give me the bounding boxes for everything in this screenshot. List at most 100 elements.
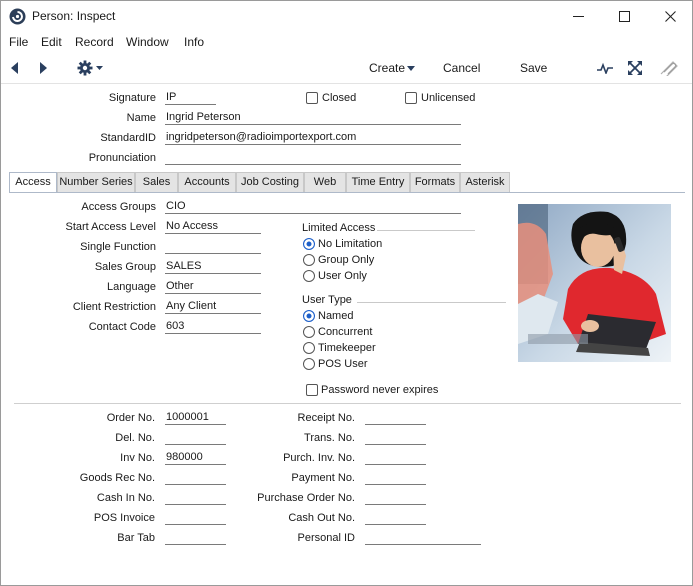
start-access-level-field[interactable]: No Access xyxy=(165,220,261,234)
pronunciation-label: Pronunciation xyxy=(88,152,156,164)
user-type-title: User Type xyxy=(302,294,352,306)
maximize-button[interactable] xyxy=(601,1,647,32)
receipt-no-label: Receipt No. xyxy=(297,412,355,424)
tab-asterisk[interactable]: Asterisk xyxy=(460,172,510,192)
language-label: Language xyxy=(107,281,156,293)
password-never-expires-checkbox[interactable] xyxy=(306,384,318,396)
radio-concurrent-label: Concurrent xyxy=(318,326,373,338)
standardid-label: StandardID xyxy=(100,132,156,144)
radio-pos-user[interactable] xyxy=(303,358,315,370)
signature-field[interactable]: IP xyxy=(165,91,216,105)
pronunciation-field[interactable] xyxy=(165,151,461,165)
triangle-left-icon xyxy=(11,62,18,74)
client-restriction-field[interactable]: Any Client xyxy=(165,300,261,314)
cash-in-no-field[interactable] xyxy=(165,491,226,505)
minimize-icon xyxy=(572,16,584,17)
save-button[interactable]: Save xyxy=(520,61,547,75)
start-access-level-label: Start Access Level xyxy=(65,221,157,233)
menu-info[interactable]: Info xyxy=(184,35,204,49)
closed-checkbox[interactable] xyxy=(306,92,318,104)
radio-timekeeper[interactable] xyxy=(303,342,315,354)
tab-accounts[interactable]: Accounts xyxy=(178,172,236,192)
radio-pos-user-label: POS User xyxy=(318,358,368,370)
menu-window[interactable]: Window xyxy=(126,35,169,49)
tab-access[interactable]: Access xyxy=(9,172,57,193)
cancel-button[interactable]: Cancel xyxy=(443,61,480,75)
tab-divider xyxy=(9,192,685,193)
app-logo-icon xyxy=(9,8,26,25)
trans-no-field[interactable] xyxy=(365,431,426,445)
pos-invoice-field[interactable] xyxy=(165,511,226,525)
single-function-field[interactable] xyxy=(165,240,261,254)
personal-id-field[interactable] xyxy=(365,531,481,545)
order-no-label: Order No. xyxy=(106,412,155,424)
person-photo[interactable] xyxy=(518,204,671,362)
next-record-button[interactable] xyxy=(35,60,51,76)
password-never-expires-label: Password never expires xyxy=(321,384,439,396)
radio-no-limitation[interactable] xyxy=(303,238,315,250)
menu-record[interactable]: Record xyxy=(75,35,114,49)
sales-group-field[interactable]: SALES xyxy=(165,260,261,274)
cash-out-no-label: Cash Out No. xyxy=(288,512,355,524)
window: Person: Inspect File Edit Record Window … xyxy=(0,0,693,586)
radio-concurrent[interactable] xyxy=(303,326,315,338)
unlicensed-checkbox[interactable] xyxy=(405,92,417,104)
del-no-field[interactable] xyxy=(165,431,226,445)
goods-rec-no-field[interactable] xyxy=(165,471,226,485)
signature-label: Signature xyxy=(108,92,156,104)
previous-record-button[interactable] xyxy=(7,60,23,76)
menu-bar: File Edit Record Window Info xyxy=(1,32,692,52)
goods-rec-no-label: Goods Rec No. xyxy=(79,472,155,484)
personal-id-label: Personal ID xyxy=(297,532,355,544)
name-label: Name xyxy=(126,112,156,124)
closed-label: Closed xyxy=(322,92,357,104)
radio-group-only[interactable] xyxy=(303,254,315,266)
chevron-down-icon xyxy=(96,66,103,70)
receipt-no-field[interactable] xyxy=(365,411,426,425)
inv-no-label: Inv No. xyxy=(120,452,155,464)
tab-formats[interactable]: Formats xyxy=(410,172,460,192)
menu-edit[interactable]: Edit xyxy=(41,35,62,49)
purchase-order-no-label: Purchase Order No. xyxy=(257,492,355,504)
purch-inv-no-field[interactable] xyxy=(365,451,426,465)
radio-user-only[interactable] xyxy=(303,270,315,282)
tab-number-series[interactable]: Number Series xyxy=(57,172,135,192)
radio-user-only-label: User Only xyxy=(318,270,367,282)
radio-group-only-label: Group Only xyxy=(318,254,375,266)
payment-no-field[interactable] xyxy=(365,471,426,485)
create-button[interactable]: Create xyxy=(369,61,405,75)
sales-group-label: Sales Group xyxy=(94,261,156,273)
limited-access-divider xyxy=(377,230,475,231)
radio-named[interactable] xyxy=(303,310,315,322)
language-field[interactable]: Other xyxy=(165,280,261,294)
menu-file[interactable]: File xyxy=(9,35,28,49)
tab-time-entry[interactable]: Time Entry xyxy=(346,172,410,192)
tab-job-costing[interactable]: Job Costing xyxy=(236,172,304,192)
minimize-button[interactable] xyxy=(555,1,601,32)
pulse-icon xyxy=(597,62,613,74)
window-title: Person: Inspect xyxy=(32,9,116,23)
expand-button[interactable] xyxy=(626,59,644,77)
contact-code-field[interactable]: 603 xyxy=(165,320,261,334)
client-restriction-label: Client Restriction xyxy=(72,301,156,313)
limited-access-title: Limited Access xyxy=(302,222,376,234)
access-groups-field[interactable]: CIO xyxy=(165,200,461,214)
order-no-field[interactable]: 1000001 xyxy=(165,411,226,425)
maximize-icon xyxy=(618,11,630,22)
attach-button[interactable] xyxy=(658,58,680,78)
tab-sales[interactable]: Sales xyxy=(135,172,178,192)
inv-no-field[interactable]: 980000 xyxy=(165,451,226,465)
title-bar: Person: Inspect xyxy=(1,1,692,32)
name-field[interactable]: Ingrid Peterson xyxy=(165,111,461,125)
triangle-right-icon xyxy=(40,62,47,74)
cash-out-no-field[interactable] xyxy=(365,511,426,525)
activity-button[interactable] xyxy=(596,60,614,76)
settings-menu-button[interactable] xyxy=(74,58,106,78)
purchase-order-no-field[interactable] xyxy=(365,491,426,505)
standardid-field[interactable]: ingridpeterson@radioimportexport.com xyxy=(165,131,461,145)
trans-no-label: Trans. No. xyxy=(304,432,355,444)
close-button[interactable] xyxy=(647,1,693,32)
create-dropdown-icon[interactable] xyxy=(407,66,415,71)
bar-tab-field[interactable] xyxy=(165,531,226,545)
tab-web[interactable]: Web xyxy=(304,172,346,192)
